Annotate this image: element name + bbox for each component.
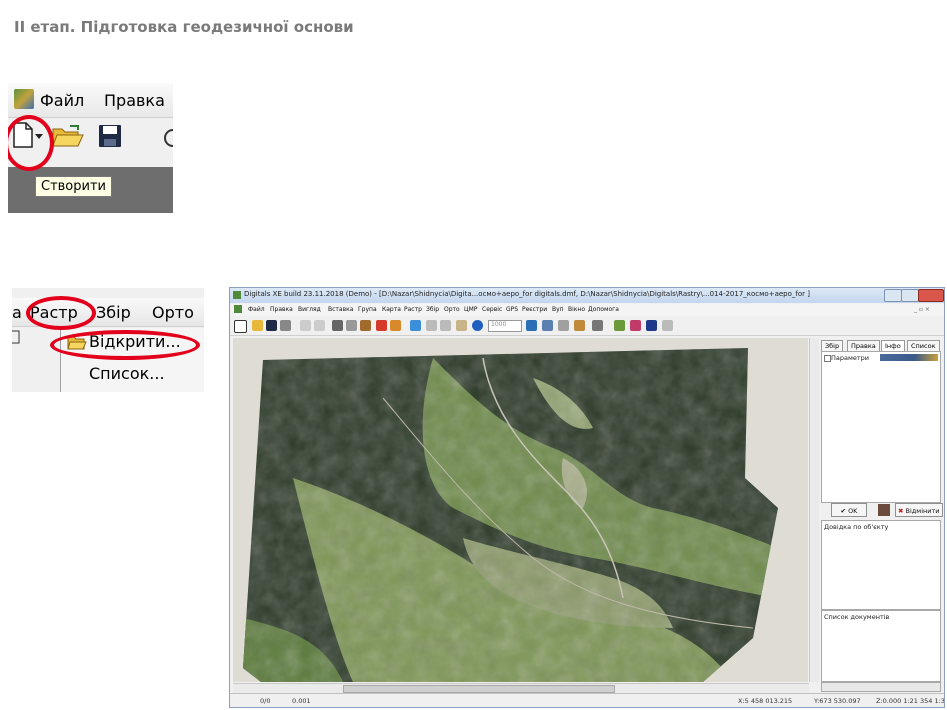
pen-icon[interactable] [390, 320, 401, 331]
menu-app-icon [234, 305, 242, 313]
menu-item-list[interactable]: Список... [89, 364, 165, 383]
image-icon[interactable] [878, 504, 890, 516]
menu-service[interactable]: Сервіс [482, 306, 502, 313]
tools-icon[interactable] [574, 320, 585, 331]
menu-help[interactable]: Допомога [588, 306, 619, 313]
map-canvas[interactable] [233, 338, 808, 682]
redo-icon[interactable] [314, 320, 325, 331]
tab-info[interactable]: Інфо [881, 340, 905, 351]
params-checkbox[interactable] [824, 355, 831, 362]
window-toolbar: 1000 [230, 317, 944, 336]
menu-vup[interactable]: Вуп [552, 306, 564, 313]
menu-map[interactable]: Карта [382, 306, 401, 313]
status-bar: 0/0 0.001 X:5 458 013.215 Y:673 530.097 … [230, 693, 945, 707]
menu-file[interactable]: Файл [40, 91, 84, 110]
tab-list[interactable]: Список [907, 340, 940, 351]
tab-edit[interactable]: Правка [847, 340, 880, 351]
app-window: Digitals XE build 23.11.2018 (Demo) - [D… [229, 287, 945, 708]
properties-icon[interactable] [558, 320, 569, 331]
params-box: Параметри [821, 351, 941, 503]
menu-ortho[interactable]: Орто [444, 306, 460, 313]
layers-icon[interactable] [410, 320, 421, 331]
curve-icon[interactable] [646, 320, 657, 331]
plugin-icon[interactable] [614, 320, 625, 331]
menu-view[interactable]: Вигляд [298, 306, 321, 313]
nav-buttons[interactable] [880, 354, 938, 361]
raster-menu-crop-panel: а Растр Збір Орто Відкрити... Список... [12, 288, 204, 392]
cut-icon[interactable] [332, 320, 343, 331]
info-icon[interactable] [472, 320, 483, 331]
menu-raster[interactable]: Растр [404, 306, 422, 313]
status-x-coord: X:5 458 013.215 [738, 697, 793, 705]
window-titlebar: Digitals XE build 23.11.2018 (Demo) - [D… [230, 288, 944, 303]
documents-label: Список документів [824, 613, 890, 621]
vertical-scrollbar[interactable] [809, 338, 819, 682]
menu-dem[interactable]: ЦМР [464, 306, 477, 313]
minimize-button[interactable] [884, 289, 902, 302]
menu-file[interactable]: Файл [248, 306, 265, 313]
menu-registry[interactable]: Реєстри [522, 306, 547, 313]
new-file-icon[interactable] [234, 320, 247, 333]
zoom-in-icon[interactable] [426, 320, 437, 331]
mdi-controls[interactable]: _ ▫ × [914, 306, 930, 313]
menu-group[interactable]: Група [358, 306, 377, 313]
status-value: 0.001 [292, 697, 311, 705]
close-button[interactable] [918, 289, 944, 302]
status-y-coord: Y:673 530.097 [814, 697, 861, 705]
menu-bar: Файл Правка [8, 83, 173, 118]
highlight-circle-open [50, 330, 200, 360]
pan-hand-icon[interactable] [456, 320, 467, 331]
menu-gps[interactable]: GPS [506, 306, 518, 313]
object-info-label: Довідка по об'єкту [824, 523, 889, 531]
zoom-input[interactable]: 1000 [488, 320, 522, 332]
document-icon [12, 330, 20, 344]
print-icon[interactable] [280, 320, 291, 331]
save-icon[interactable] [266, 320, 277, 331]
app-icon [14, 89, 34, 109]
status-z-scale: Z:0.000 1:21 354 1:32 [876, 697, 945, 705]
status-page: 0/0 [260, 697, 271, 705]
horizontal-scrollbar[interactable] [233, 683, 809, 693]
menu-window[interactable]: Вікно [568, 306, 585, 313]
undo-icon[interactable] [300, 320, 311, 331]
paste-icon[interactable] [360, 320, 371, 331]
right-panel: Збір Правка Інфо Список Параметри ✔ OK ✖… [819, 338, 944, 692]
copy-icon[interactable] [346, 320, 357, 331]
tab-collect[interactable]: Збір [821, 340, 844, 351]
maximize-button[interactable] [901, 289, 919, 302]
ok-button[interactable]: ✔ OK [831, 503, 867, 517]
menu-ortho[interactable]: Орто [152, 303, 194, 322]
aerial-image [243, 348, 778, 682]
menu-collect[interactable]: Збір [426, 306, 439, 313]
scroll-thumb[interactable] [343, 685, 615, 693]
table-icon[interactable] [542, 320, 553, 331]
app-icon [233, 291, 241, 299]
open-folder-icon[interactable] [52, 124, 84, 148]
highlight-circle-raster [26, 296, 96, 330]
create-tooltip: Створити [35, 176, 112, 197]
raster-icon[interactable] [526, 320, 537, 331]
page-heading: II етап. Підготовка геодезичної основи [14, 18, 354, 36]
toolbar-crop-panel: Файл Правка Створити [8, 83, 173, 213]
window-menubar: Файл Правка Вигляд Вставка Група Карта Р… [230, 304, 944, 316]
params-label: Параметри [831, 354, 870, 362]
panel-scroll-track[interactable] [821, 682, 941, 692]
print-icon[interactable] [164, 128, 173, 148]
map-icon[interactable] [630, 320, 641, 331]
zoom-out-icon[interactable] [440, 320, 451, 331]
object-info-box: Довідка по об'єкту [821, 520, 941, 610]
documents-box: Список документів [821, 610, 941, 682]
menu-collect[interactable]: Збір [96, 303, 131, 322]
window-title: Digitals XE build 23.11.2018 (Demo) - [D… [244, 290, 810, 298]
menu-edit[interactable]: Правка [104, 91, 165, 110]
menu-prev-item[interactable]: а [12, 303, 22, 322]
menu-insert[interactable]: Вставка [328, 306, 353, 313]
check-icon[interactable] [376, 320, 387, 331]
save-icon[interactable] [98, 124, 122, 148]
network-icon[interactable] [662, 320, 673, 331]
export-icon[interactable] [592, 320, 603, 331]
menu-edit[interactable]: Правка [270, 306, 293, 313]
open-folder-icon[interactable] [252, 320, 263, 331]
cancel-button[interactable]: ✖ Відмінити [895, 503, 943, 517]
